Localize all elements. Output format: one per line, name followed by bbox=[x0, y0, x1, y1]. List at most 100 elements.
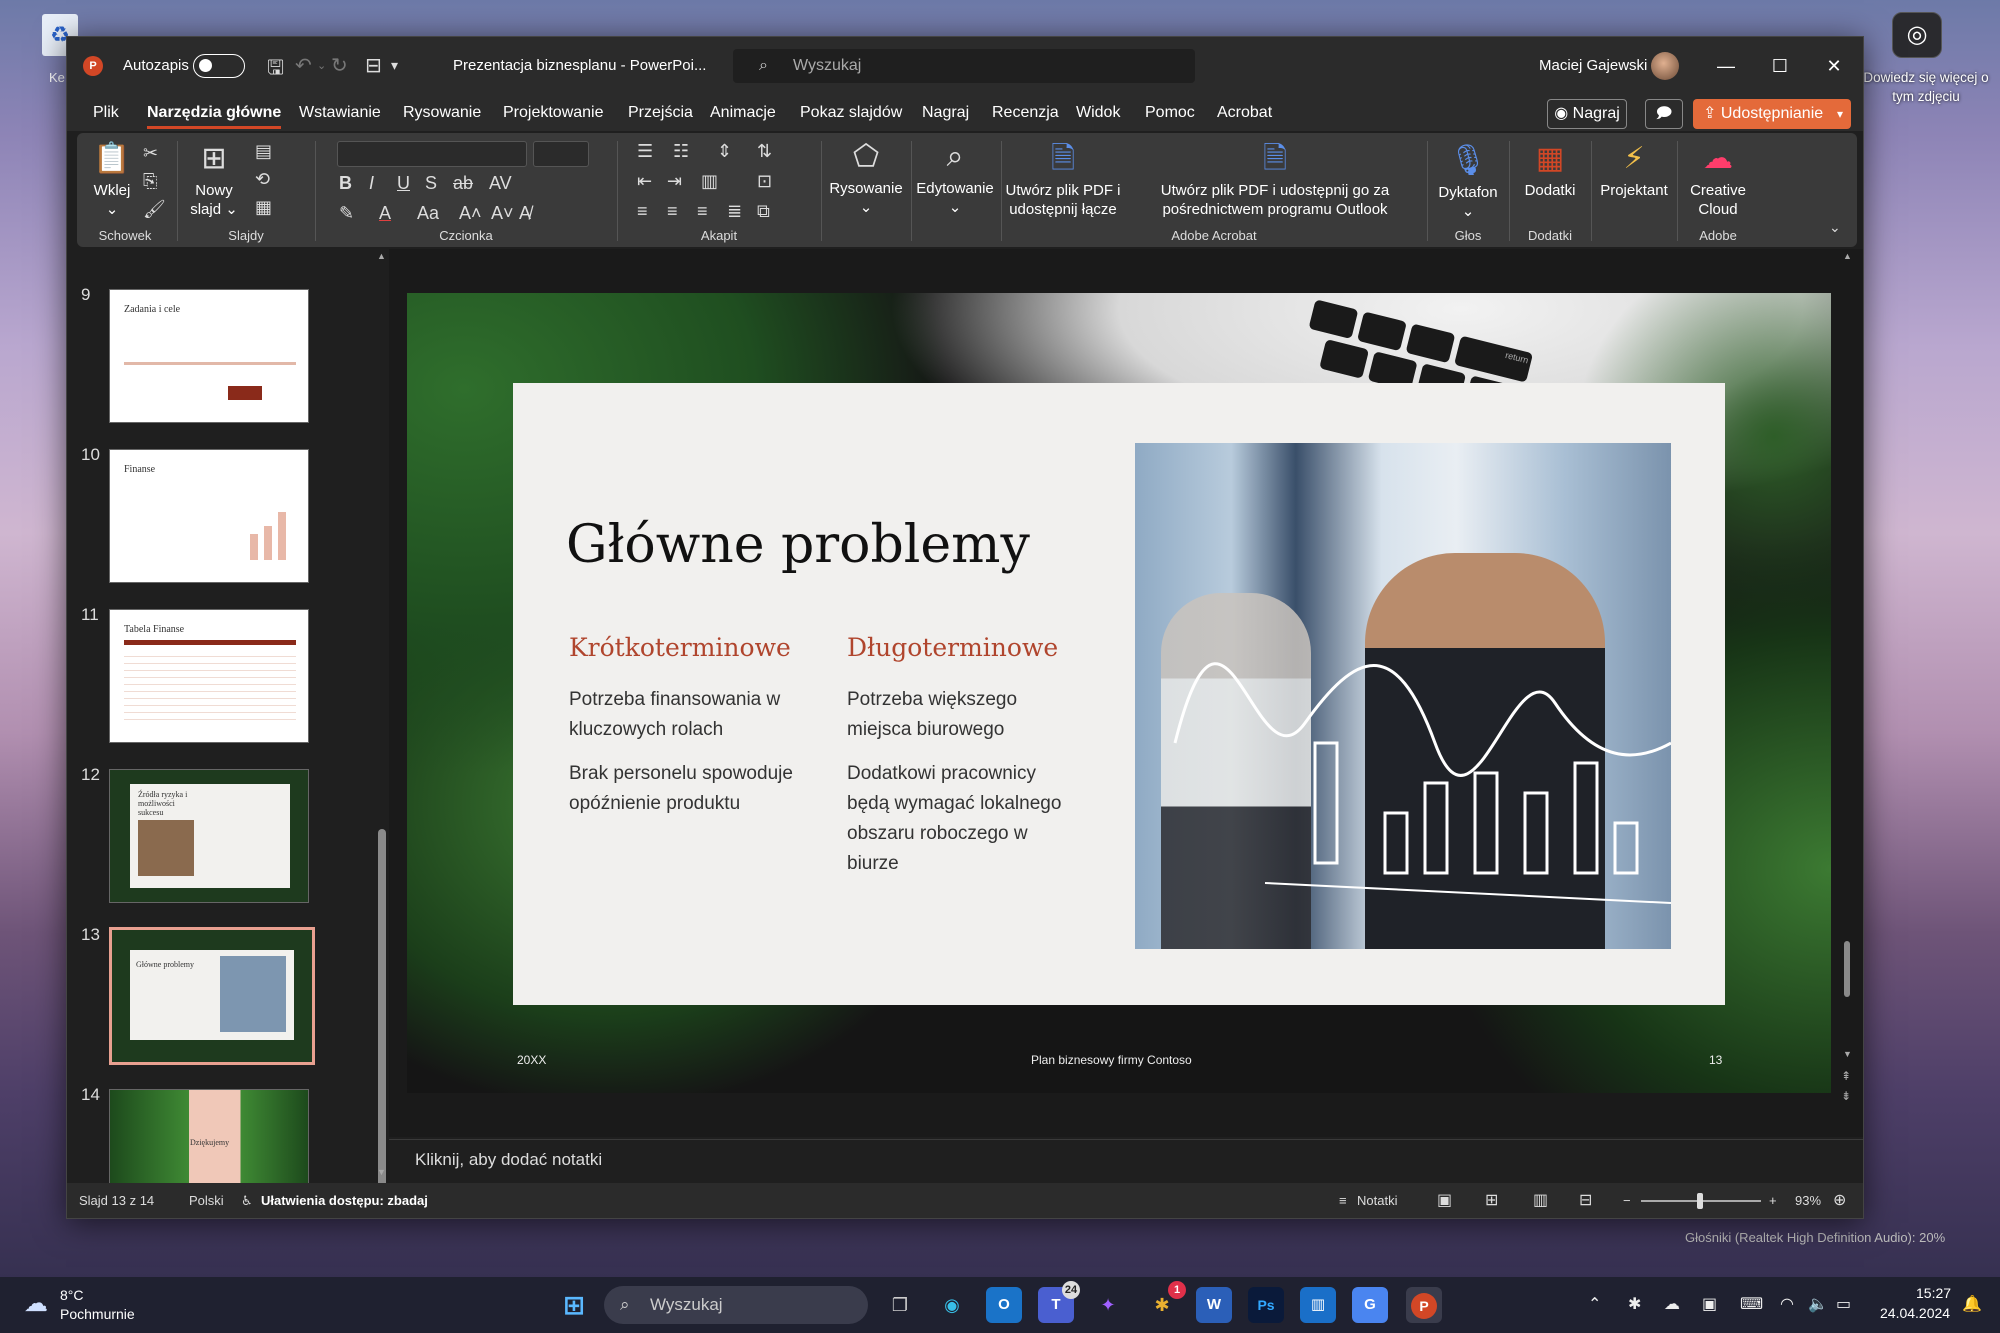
businessmen-photo[interactable] bbox=[1135, 443, 1671, 949]
designer-button[interactable]: ⚡ Projektant bbox=[1593, 141, 1675, 200]
font-size-input[interactable] bbox=[533, 141, 589, 167]
align-center-icon[interactable]: ≡ bbox=[667, 201, 678, 222]
zoom-level[interactable]: 93% bbox=[1795, 1183, 1821, 1218]
slide-thumbnail-13-selected[interactable]: Główne problemy bbox=[109, 927, 315, 1065]
columns-icon[interactable]: ▥ bbox=[701, 171, 718, 192]
slide-thumbnail-9[interactable]: Zadania i cele bbox=[109, 289, 309, 423]
notifications-bell-icon[interactable]: 🔔 bbox=[1962, 1277, 1982, 1333]
powerpoint-taskbar-icon[interactable]: P bbox=[1406, 1287, 1442, 1323]
share-dropdown-icon[interactable]: ▾ bbox=[1837, 99, 1843, 129]
addins-button[interactable]: ▦ Dodatki bbox=[1511, 141, 1589, 200]
weather-temperature[interactable]: 8°C bbox=[60, 1287, 84, 1303]
cut-icon[interactable]: ✂ bbox=[143, 143, 158, 164]
start-windows-icon[interactable]: ⊞ bbox=[556, 1287, 592, 1323]
search-input[interactable]: ⌕ Wyszukaj bbox=[733, 49, 1195, 83]
teams-icon[interactable]: T 24 bbox=[1038, 1281, 1080, 1323]
justify-icon[interactable]: ≣ bbox=[727, 201, 742, 222]
slide-footer-text[interactable]: Plan biznesowy firmy Contoso bbox=[1031, 1053, 1192, 1067]
format-painter-icon[interactable]: 🖌 bbox=[143, 199, 166, 220]
zoom-slider-handle[interactable] bbox=[1697, 1193, 1703, 1209]
next-slide-icon[interactable]: ⇟ bbox=[1841, 1089, 1851, 1103]
edge-browser-icon[interactable]: ◉ bbox=[934, 1287, 970, 1323]
autosave-toggle[interactable] bbox=[193, 54, 245, 78]
create-pdf-outlook-button[interactable]: 🗎 Utwórz plik PDF i udostępnij go za pośre… bbox=[1127, 141, 1423, 219]
taskbar-search[interactable]: ⌕ Wyszukaj bbox=[604, 1286, 868, 1324]
paste-button[interactable]: 📋 Wklej ⌄ bbox=[87, 141, 137, 219]
keyboard-icon[interactable]: ⌨ bbox=[1740, 1277, 1763, 1333]
drawing-button[interactable]: ⬠ Rysowanie ⌄ bbox=[821, 139, 911, 217]
tab-draw[interactable]: Rysowanie bbox=[403, 95, 481, 131]
save-icon[interactable]: 🖫 bbox=[267, 53, 284, 87]
short-term-point-1[interactable]: Potrzeba finansowania w kluczowych rolac… bbox=[569, 685, 819, 745]
learn-more-label[interactable]: Dowiedz się więcej o tym zdjęciu bbox=[1852, 68, 2000, 106]
change-case-icon[interactable]: Aa bbox=[417, 203, 439, 224]
copy-icon[interactable]: ⎘ bbox=[143, 171, 157, 192]
slide-scrollbar-thumb[interactable] bbox=[1844, 941, 1850, 997]
paste-dropdown-icon[interactable]: ⌄ bbox=[106, 201, 119, 218]
tab-animations[interactable]: Animacje bbox=[710, 95, 776, 131]
tab-record[interactable]: Nagraj bbox=[922, 95, 969, 131]
battery-icon[interactable]: ▭ bbox=[1836, 1277, 1851, 1333]
weather-description[interactable]: Pochmurnie bbox=[60, 1306, 135, 1322]
undo-icon[interactable]: ↶ bbox=[295, 53, 312, 78]
collapse-ribbon-icon[interactable]: ⌄ bbox=[1829, 219, 1841, 236]
slideshow-view-icon[interactable]: ⊟ bbox=[1579, 1183, 1592, 1218]
reading-view-icon[interactable]: ▥ bbox=[1533, 1183, 1548, 1218]
editing-button[interactable]: ⌕ Edytowanie ⌄ bbox=[911, 139, 999, 217]
avatar[interactable] bbox=[1651, 52, 1679, 80]
user-name[interactable]: Maciej Gajewski bbox=[1539, 37, 1647, 95]
language-indicator[interactable]: Polski bbox=[189, 1183, 224, 1218]
undo-dropdown-icon[interactable]: ⌄ bbox=[317, 59, 326, 72]
bluetooth-icon[interactable]: ▣ bbox=[1702, 1277, 1717, 1333]
new-slide-button[interactable]: ⊞ Nowy slajd ⌄ bbox=[185, 141, 243, 219]
tab-slideshow[interactable]: Pokaz slajdów bbox=[800, 95, 902, 131]
clear-formatting-icon[interactable]: A̸ bbox=[519, 203, 531, 224]
bullets-icon[interactable]: ☰ bbox=[637, 141, 653, 162]
fit-to-window-icon[interactable]: ⊕ bbox=[1833, 1183, 1846, 1218]
customize-toolbar-icon[interactable]: ▾ bbox=[391, 57, 398, 74]
onedrive-icon[interactable]: ☁ bbox=[1664, 1277, 1680, 1333]
strikethrough-icon[interactable]: ab bbox=[453, 173, 473, 194]
line-spacing-icon[interactable]: ⇕ bbox=[717, 141, 732, 162]
slide-thumbnail-12[interactable]: Źródła ryzyka i możliwości sukcesu bbox=[109, 769, 309, 903]
zoom-in-icon[interactable]: + bbox=[1769, 1183, 1777, 1218]
tab-file[interactable]: Plik bbox=[93, 95, 119, 131]
photoshop-icon[interactable]: Ps bbox=[1248, 1287, 1284, 1323]
increase-font-icon[interactable]: A˄ bbox=[459, 203, 482, 224]
section-icon[interactable]: ▦ bbox=[255, 197, 272, 218]
decrease-font-icon[interactable]: A˅ bbox=[491, 203, 514, 224]
decrease-indent-icon[interactable]: ⇤ bbox=[637, 171, 652, 192]
outlook-icon[interactable]: O bbox=[986, 1287, 1022, 1323]
tab-help[interactable]: Pomoc bbox=[1145, 95, 1195, 131]
shadow-icon[interactable]: S bbox=[425, 173, 437, 194]
italic-icon[interactable]: I bbox=[369, 173, 374, 194]
long-term-heading[interactable]: Długoterminowe bbox=[847, 633, 1058, 662]
layout-icon[interactable]: ▤ bbox=[255, 141, 272, 162]
tab-insert[interactable]: Wstawianie bbox=[299, 95, 381, 131]
slide-sorter-icon[interactable]: ⊞ bbox=[1485, 1183, 1498, 1218]
show-hidden-icons[interactable]: ⌃ bbox=[1588, 1277, 1601, 1333]
volume-icon[interactable]: 🔈 bbox=[1808, 1277, 1828, 1333]
align-right-icon[interactable]: ≡ bbox=[697, 201, 708, 222]
long-term-point-2[interactable]: Dodatkowi pracownicy będą wymagać lokaln… bbox=[847, 759, 1071, 879]
font-color-icon[interactable]: A bbox=[379, 203, 391, 224]
numbering-icon[interactable]: ☷ bbox=[673, 141, 689, 162]
tab-home[interactable]: Narzędzia główne bbox=[147, 95, 282, 131]
new-slide-dropdown-icon[interactable]: ⌄ bbox=[225, 201, 238, 218]
slide-thumbnail-10[interactable]: Finanse bbox=[109, 449, 309, 583]
dictate-button[interactable]: 🎙 Dyktafon ⌄ bbox=[1429, 143, 1507, 221]
align-text-icon[interactable]: ⊡ bbox=[757, 171, 772, 192]
translate-icon[interactable]: G bbox=[1352, 1287, 1388, 1323]
drawing-dropdown-icon[interactable]: ⌄ bbox=[860, 199, 873, 216]
long-term-point-1[interactable]: Potrzeba większego miejsca biurowego bbox=[847, 685, 1071, 745]
notes-input[interactable]: Kliknij, aby dodać notatki bbox=[389, 1139, 1863, 1181]
current-slide[interactable]: return shift Główne problemy Krótkotermi… bbox=[407, 293, 1831, 1093]
slide-number[interactable]: 13 bbox=[1709, 1053, 1722, 1067]
accessibility-icon[interactable]: ♿ bbox=[241, 1183, 253, 1218]
tab-review[interactable]: Recenzja bbox=[992, 95, 1059, 131]
share-button[interactable]: ⇪ Udostępnianie ▾ bbox=[1693, 99, 1851, 129]
cloudy-weather-icon[interactable]: ☁ bbox=[24, 1289, 48, 1318]
notes-toggle-icon[interactable]: ≡ bbox=[1339, 1183, 1347, 1218]
comments-button[interactable]: 🗩 bbox=[1645, 99, 1683, 129]
learn-more-camera-icon[interactable]: ◎ bbox=[1892, 12, 1942, 58]
